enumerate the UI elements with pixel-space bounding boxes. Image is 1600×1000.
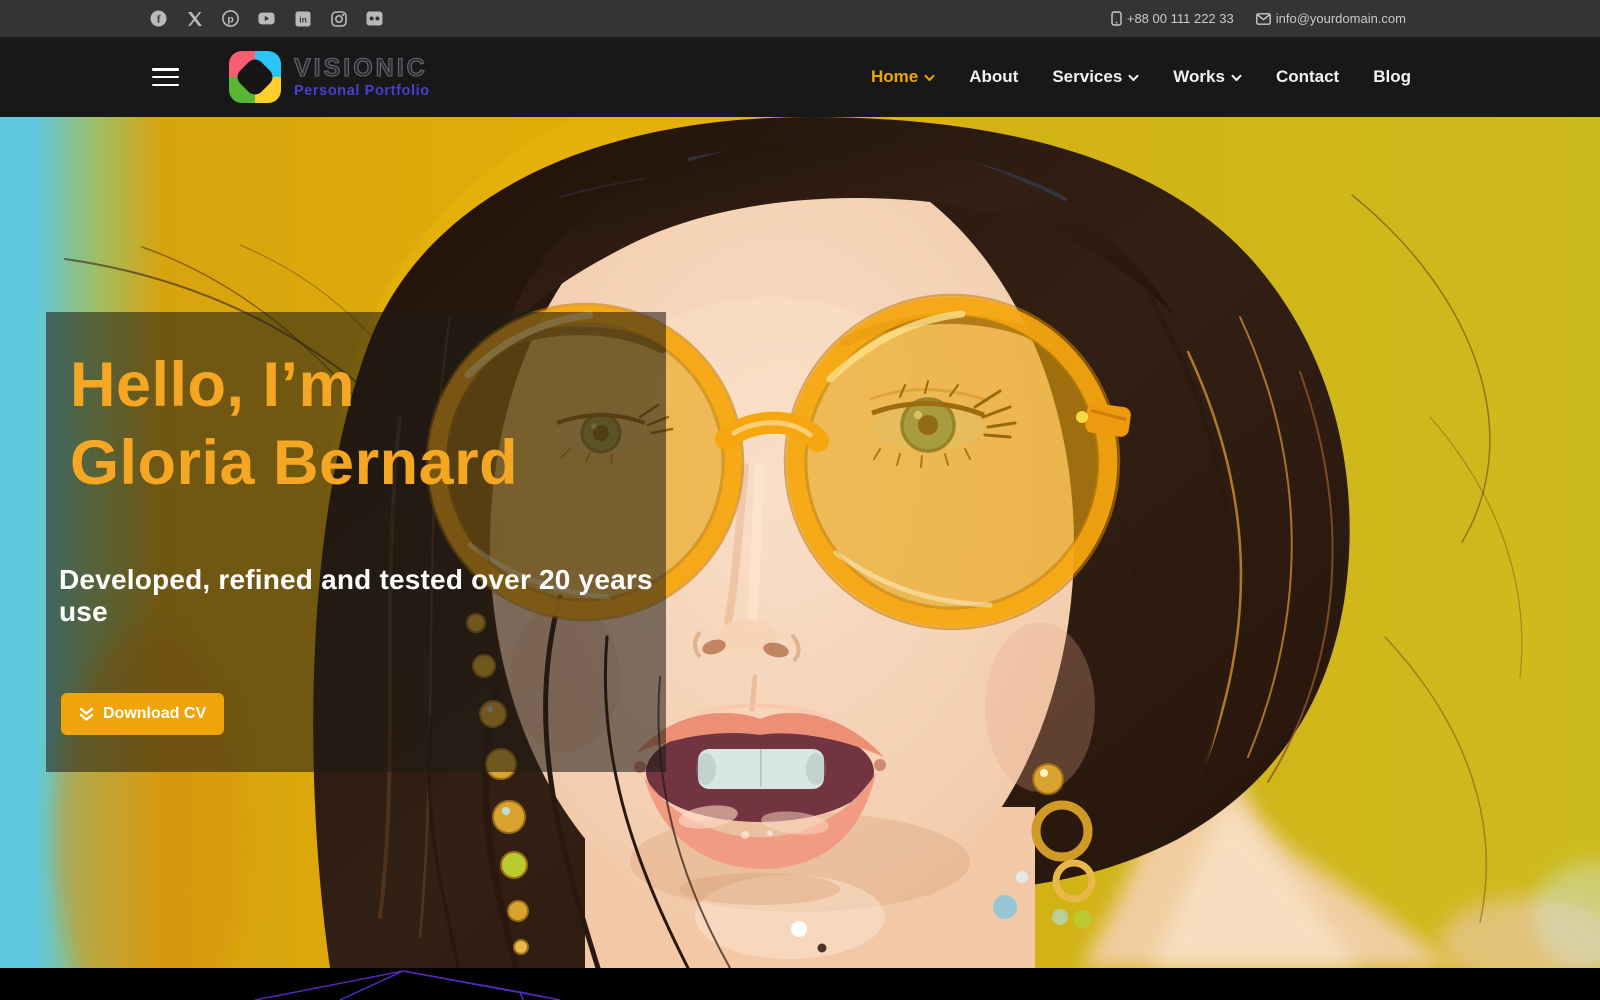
nav-item-works[interactable]: Works: [1173, 67, 1242, 87]
hero-title-line1: Hello, I’m: [70, 350, 355, 420]
hero-title: Hello, I’m Gloria Bernard: [70, 346, 518, 502]
svg-text:in: in: [299, 14, 307, 24]
wireframe-graphic: [0, 968, 1600, 1000]
flickr-icon[interactable]: [366, 10, 383, 27]
brand-name: VISIONIC: [294, 56, 430, 81]
next-section-strip: [0, 968, 1600, 1000]
page: f p in: [0, 0, 1600, 1000]
hero-slider: Hello, I’m Gloria Bernard Developed, ref…: [0, 117, 1600, 968]
logo-pinwheel-icon: [229, 51, 281, 103]
envelope-icon: [1256, 13, 1271, 25]
brand-logo[interactable]: VISIONIC Personal Portfolio: [229, 51, 430, 103]
svg-text:p: p: [227, 13, 233, 25]
chevron-down-icon: [924, 74, 935, 82]
nav-item-services[interactable]: Services: [1052, 67, 1139, 87]
download-cv-label: Download CV: [103, 705, 206, 723]
contact-info: +88 00 111 222 33 info@yourdomain.com: [1111, 11, 1406, 26]
instagram-icon[interactable]: [330, 10, 347, 27]
navbar: VISIONIC Personal Portfolio Home About S…: [0, 37, 1600, 117]
slider-dot-active[interactable]: [791, 921, 807, 937]
main-menu: Home About Services Works Contact Blog: [871, 67, 1411, 87]
chevron-down-icon: [1231, 74, 1242, 82]
pinterest-icon[interactable]: p: [222, 10, 239, 27]
nav-item-home[interactable]: Home: [871, 67, 935, 87]
hamburger-menu-icon[interactable]: [152, 68, 179, 86]
social-links: f p in: [150, 10, 383, 27]
phone-number: +88 00 111 222 33: [1127, 11, 1234, 26]
email-link[interactable]: info@yourdomain.com: [1256, 11, 1406, 26]
nav-item-blog[interactable]: Blog: [1373, 67, 1411, 87]
brand-tagline: Personal Portfolio: [294, 83, 430, 99]
phone-link[interactable]: +88 00 111 222 33: [1111, 11, 1234, 26]
youtube-icon[interactable]: [258, 10, 275, 27]
email-address: info@yourdomain.com: [1276, 11, 1406, 26]
svg-text:f: f: [157, 14, 161, 26]
facebook-icon[interactable]: f: [150, 10, 167, 27]
hero-subtitle: Developed, refined and tested over 20 ye…: [59, 564, 666, 628]
nav-item-about[interactable]: About: [969, 67, 1018, 87]
download-cv-button[interactable]: Download CV: [61, 693, 224, 735]
x-twitter-icon[interactable]: [186, 10, 203, 27]
nav-item-contact[interactable]: Contact: [1276, 67, 1339, 87]
hero-title-line2: Gloria Bernard: [70, 428, 518, 498]
double-chevron-down-icon: [79, 707, 94, 722]
topbar: f p in: [0, 0, 1600, 37]
chevron-down-icon: [1128, 74, 1139, 82]
hero-copy-panel: Hello, I’m Gloria Bernard Developed, ref…: [46, 312, 666, 772]
linkedin-icon[interactable]: in: [294, 10, 311, 27]
phone-icon: [1111, 11, 1122, 26]
